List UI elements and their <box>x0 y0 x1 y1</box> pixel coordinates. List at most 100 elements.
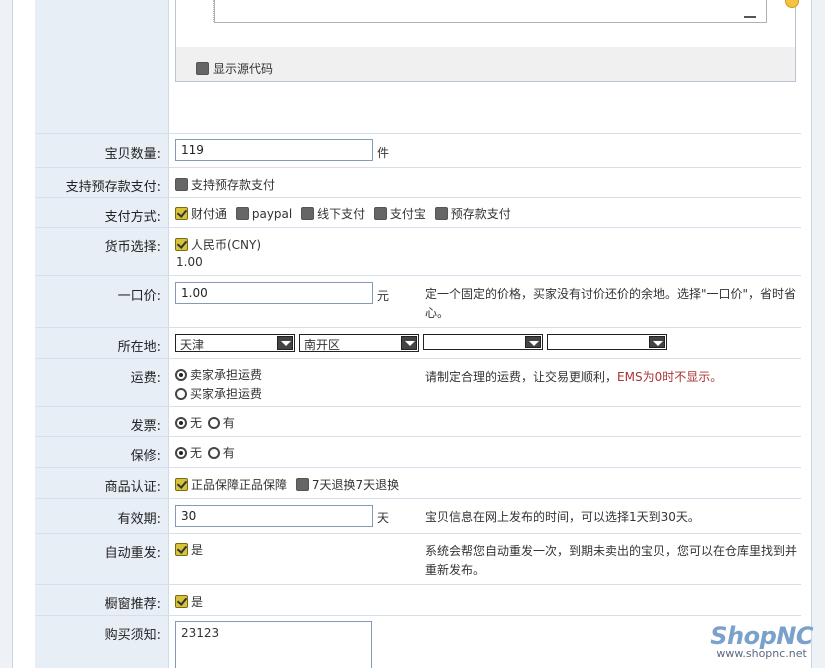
validity-row: 有效期: 天 宝贝信息在网上发布的时间，可以选择1天到30天。 <box>35 499 801 534</box>
payment-options: 财付通 paypal 线下支付 支付宝 预存款支付 <box>175 205 516 223</box>
currency-row: 货币选择: 人民币(CNY) 1.00 <box>35 228 801 276</box>
payment-checkbox[interactable] <box>301 207 315 220</box>
invoice-option-no[interactable]: 无 <box>175 414 202 431</box>
logo-url: www.shopnc.net <box>716 647 807 660</box>
shopnc-logo: ShopNC www.shopnc.net <box>710 622 813 660</box>
shipping-radio[interactable] <box>175 368 187 381</box>
invoice-row: 发票: 无 有 <box>35 407 801 437</box>
invoice-option-yes[interactable]: 有 <box>207 414 235 431</box>
prepay-checkbox[interactable] <box>175 178 188 191</box>
warranty-radio[interactable] <box>175 446 187 459</box>
invoice-no-label: 无 <box>190 416 203 430</box>
payment-option-label: 支付宝 <box>389 207 426 221</box>
invoice-radio[interactable] <box>175 416 187 429</box>
certification-checkbox[interactable] <box>175 478 188 491</box>
prepay-label: 支持预存款支付: <box>65 180 161 195</box>
prepay-option-label: 支持预存款支付 <box>191 178 276 192</box>
shipping-radio[interactable] <box>175 387 187 400</box>
certification-checkbox[interactable] <box>295 478 309 491</box>
payment-option-prepay[interactable]: 预存款支付 <box>434 205 511 222</box>
payment-option-label: paypal <box>251 206 293 221</box>
price-input[interactable] <box>175 282 373 304</box>
quantity-unit: 件 <box>377 146 390 160</box>
shipping-option-label: 卖家承担运费 <box>190 368 263 382</box>
certification-row: 商品认证: 正品保障正品保障 7天退换7天退换 <box>35 468 801 499</box>
shipping-option-label: 买家承担运费 <box>190 387 263 401</box>
price-hint: 定一个固定的价格，买家没有讨价还价的余地。选择"一口价"，省时省心。 <box>425 287 797 320</box>
window-recommend-label: 橱窗推荐: <box>104 597 161 612</box>
warranty-yes-label: 有 <box>222 446 235 460</box>
payment-label: 支付方式: <box>104 210 161 225</box>
location-row: 所在地: 天津 南开区 <box>35 328 801 359</box>
quantity-row: 宝贝数量: 件 <box>35 134 801 168</box>
shipping-option-buyer[interactable]: 买家承担运费 <box>175 385 262 402</box>
purchase-notice-textarea[interactable]: 23123 <box>175 621 372 668</box>
price-row: 一口价: 元 定一个固定的价格，买家没有讨价还价的余地。选择"一口价"，省时省心… <box>35 276 801 328</box>
validity-label: 有效期: <box>117 512 161 527</box>
validity-unit: 天 <box>377 511 390 525</box>
currency-rate: 1.00 <box>176 255 203 269</box>
payment-checkbox[interactable] <box>175 207 188 220</box>
invoice-options: 无 有 <box>175 414 240 432</box>
payment-checkbox[interactable] <box>434 207 448 220</box>
warranty-label: 保修: <box>130 449 161 464</box>
shipping-hint: 请制定合理的运费，让交易更顺利，EMS为0时不显示。 <box>425 368 803 387</box>
warranty-option-yes[interactable]: 有 <box>207 444 235 461</box>
validity-hint: 宝贝信息在网上发布的时间，可以选择1天到30天。 <box>425 510 700 524</box>
shipping-hint-text: 请制定合理的运费，让交易更顺利， <box>425 370 618 384</box>
province-select[interactable]: 天津 <box>175 334 295 352</box>
window-recommend-option[interactable]: 是 <box>175 593 203 610</box>
auto-republish-label: 自动重发: <box>104 546 161 561</box>
payment-option-label: 线下支付 <box>317 207 366 221</box>
prepay-option[interactable]: 支持预存款支付 <box>175 176 275 193</box>
validity-input[interactable] <box>175 505 373 527</box>
auto-republish-option[interactable]: 是 <box>175 541 203 558</box>
price-unit: 元 <box>377 289 390 303</box>
chevron-down-icon <box>277 336 293 350</box>
certification-option-label: 正品保障正品保障 <box>191 478 288 492</box>
shipping-option-seller[interactable]: 卖家承担运费 <box>175 366 262 383</box>
warranty-no-label: 无 <box>190 446 203 460</box>
invoice-radio[interactable] <box>207 416 220 429</box>
invoice-label: 发票: <box>130 419 161 434</box>
payment-option-alipay[interactable]: 支付宝 <box>373 205 426 222</box>
window-recommend-checkbox[interactable] <box>175 595 188 608</box>
purchase-notice-label: 购买须知: <box>104 628 161 643</box>
warranty-radio[interactable] <box>207 446 220 459</box>
shipping-row: 运费: 卖家承担运费 买家承担运费 请制定合理的运费，让交易更顺利，EMS为0时… <box>35 359 801 407</box>
location-select-3[interactable] <box>423 334 543 350</box>
certification-option-return[interactable]: 7天退换7天退换 <box>295 476 400 493</box>
window-recommend-row: 橱窗推荐: 是 <box>35 585 801 616</box>
chevron-down-icon <box>401 336 417 350</box>
certification-label: 商品认证: <box>104 480 161 495</box>
logo-brand: ShopNC <box>710 622 813 650</box>
price-label: 一口价: <box>117 289 161 304</box>
currency-option-label: 人民币(CNY) <box>191 238 262 252</box>
warranty-options: 无 有 <box>175 444 240 462</box>
quantity-label: 宝贝数量: <box>104 147 161 162</box>
warranty-row: 保修: 无 有 <box>35 437 801 468</box>
payment-checkbox[interactable] <box>373 207 387 220</box>
payment-row: 支付方式: 财付通 paypal 线下支付 支付宝 预存款支付 <box>35 198 801 228</box>
auto-republish-checkbox[interactable] <box>175 543 188 556</box>
currency-checkbox[interactable] <box>175 238 188 251</box>
certification-option-label: 7天退换7天退换 <box>311 478 400 492</box>
payment-checkbox[interactable] <box>235 207 249 220</box>
chevron-down-icon <box>525 336 541 348</box>
quantity-input[interactable] <box>175 139 373 161</box>
warranty-option-no[interactable]: 无 <box>175 444 202 461</box>
province-value: 天津 <box>180 338 205 352</box>
payment-option-paypal[interactable]: paypal <box>235 206 293 221</box>
purchase-notice-row: 购买须知: 23123 <box>35 616 801 668</box>
payment-option-label: 预存款支付 <box>450 207 511 221</box>
invoice-yes-label: 有 <box>222 416 235 430</box>
editor-row <box>35 0 801 134</box>
district-select[interactable]: 南开区 <box>299 334 419 352</box>
payment-option-offline[interactable]: 线下支付 <box>301 205 365 222</box>
currency-option[interactable]: 人民币(CNY) <box>175 236 261 253</box>
certification-option-genuine[interactable]: 正品保障正品保障 <box>175 476 287 493</box>
location-select-4[interactable] <box>547 334 667 350</box>
certification-options: 正品保障正品保障 7天退换7天退换 <box>175 476 404 494</box>
payment-option-tenpay[interactable]: 财付通 <box>175 205 227 222</box>
district-value: 南开区 <box>304 338 341 352</box>
